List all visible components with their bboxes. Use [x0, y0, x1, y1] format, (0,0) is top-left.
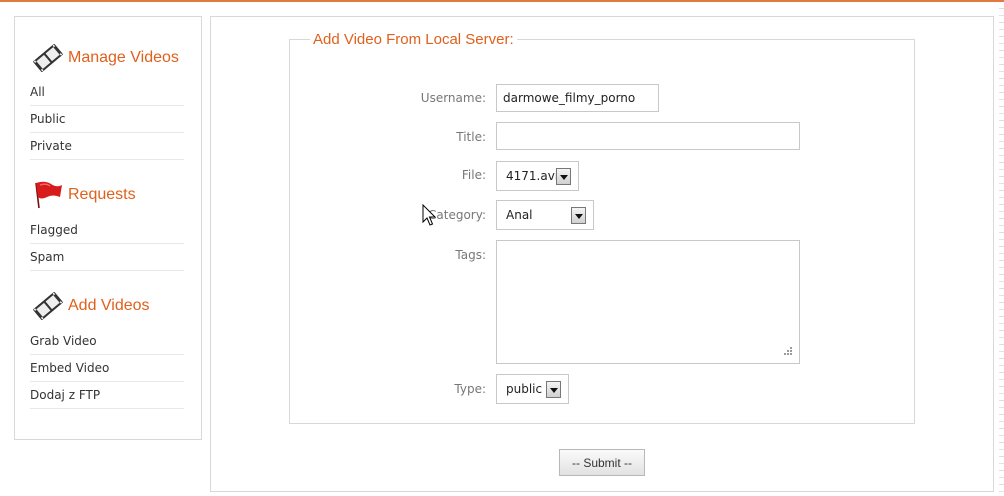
top-accent-line	[0, 0, 1004, 2]
red-flag-icon	[35, 181, 62, 209]
section-title-manage-videos: Manage Videos	[68, 49, 179, 66]
mouse-cursor-icon	[422, 204, 437, 226]
sidebar-item-spam[interactable]: Spam	[30, 244, 184, 271]
resize-grip-icon[interactable]	[781, 346, 793, 358]
file-label: File:	[461, 168, 486, 182]
username-label: Username:	[420, 91, 486, 105]
type-label: Type:	[454, 382, 486, 396]
sidebar-item-public[interactable]: Public	[30, 106, 184, 133]
section-requests: Requests	[31, 180, 136, 210]
category-label: Category:	[428, 208, 486, 222]
sidebar-item-private[interactable]: Private	[30, 133, 184, 160]
file-select[interactable]: 4171.avi	[496, 161, 579, 191]
section-manage-videos: Manage Videos	[31, 43, 179, 73]
section-title-add-videos: Add Videos	[68, 297, 150, 314]
sidebar-item-embed-video[interactable]: Embed Video	[30, 355, 184, 382]
film-reel-icon	[33, 292, 63, 320]
sidebar-item-dodaj-z-ftp[interactable]: Dodaj z FTP	[30, 382, 184, 409]
sidebar-item-grab-video[interactable]: Grab Video	[30, 328, 184, 355]
form-legend: Add Video From Local Server:	[313, 31, 514, 48]
sidebar-item-all[interactable]: All	[30, 79, 184, 106]
film-reel-icon	[33, 44, 63, 72]
username-field[interactable]	[496, 84, 659, 112]
tags-label: Tags:	[455, 248, 486, 262]
submit-button[interactable]: -- Submit --	[559, 449, 645, 476]
category-select-value: Anal	[506, 208, 533, 222]
right-edge-decoration	[999, 2, 1004, 496]
type-select-value: public	[506, 382, 543, 396]
chevron-down-icon[interactable]	[546, 381, 561, 398]
section-add-videos: Add Videos	[31, 291, 150, 321]
sidebar-item-flagged[interactable]: Flagged	[30, 217, 184, 244]
sidebar: Manage Videos All Public Private Request…	[14, 16, 202, 440]
type-select[interactable]: public	[496, 374, 569, 404]
chevron-down-icon[interactable]	[556, 168, 571, 185]
tags-textarea[interactable]	[496, 240, 800, 364]
title-field[interactable]	[496, 122, 800, 150]
category-select[interactable]: Anal	[496, 200, 594, 230]
add-video-form: Add Video From Local Server: Username: T…	[289, 31, 915, 424]
main-panel: Add Video From Local Server: Username: T…	[210, 16, 994, 492]
section-title-requests: Requests	[68, 186, 136, 203]
title-label: Title:	[456, 130, 486, 144]
file-select-value: 4171.avi	[506, 169, 559, 183]
chevron-down-icon[interactable]	[571, 207, 586, 224]
